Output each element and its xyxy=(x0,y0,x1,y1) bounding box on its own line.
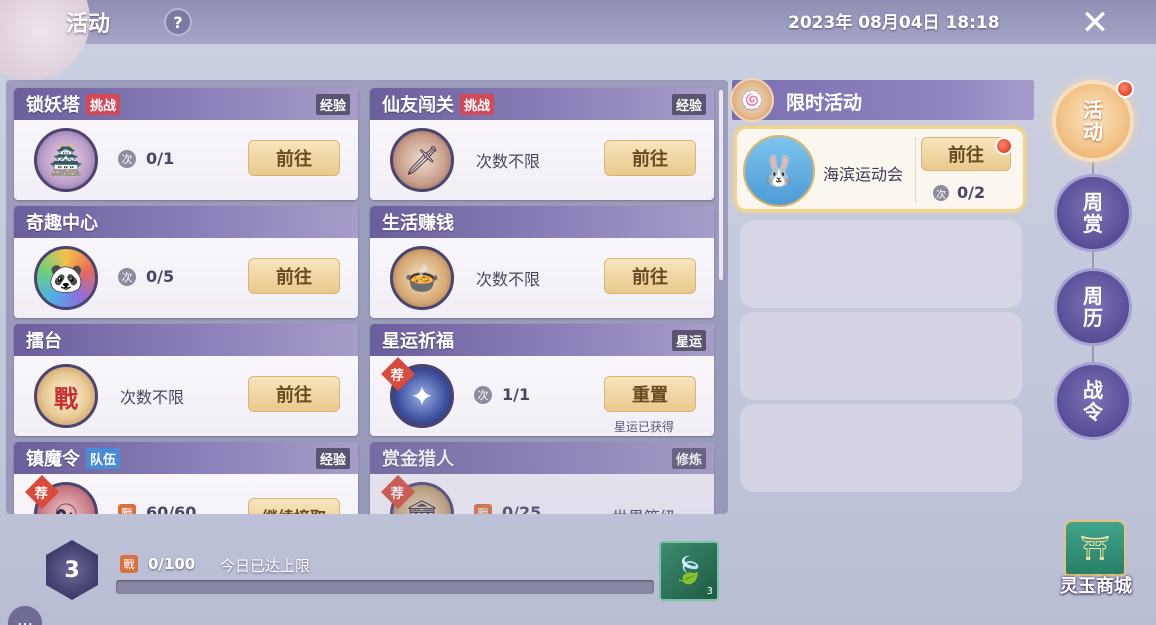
jade-shop-button[interactable]: ⛩ 灵玉商城 xyxy=(1050,520,1142,600)
card-header: 生活赚钱 xyxy=(370,206,714,238)
tower-icon: 🏯 xyxy=(34,128,98,192)
event-name: 海滨运动会 xyxy=(823,165,904,184)
shop-gate-icon: ⛩ xyxy=(1064,520,1126,576)
empty-event-slot xyxy=(740,312,1022,400)
page-title: 活动 xyxy=(66,12,111,37)
go-button[interactable]: 前往 xyxy=(248,140,340,176)
activity-card-xingyun: 星运祈福 星运 荐 ✦ 次 1/1 重置 星运已获得 xyxy=(370,324,714,436)
panda-icon: 🐼 xyxy=(34,246,98,310)
count-value: 0/5 xyxy=(146,267,175,286)
leaf-jade-icon: 🍃 xyxy=(672,556,706,586)
activity-card-qiqu: 奇趣中心 🐼 次 0/5 前往 xyxy=(14,206,358,318)
card-title: 仙友闯关 xyxy=(382,95,454,116)
battle-icon: 戰 xyxy=(118,504,136,514)
header-bar: 活动 ? 2023年 08月04日 18:18 ✕ xyxy=(0,0,1156,80)
card-header: 擂台 xyxy=(14,324,358,356)
limited-events-icon: 🍥 xyxy=(730,78,774,122)
team-tag: 队伍 xyxy=(86,447,121,469)
battle-icon: 戰 xyxy=(474,504,492,514)
daily-limit-text: 今日已达上限 xyxy=(220,557,311,575)
count-value: 60/60 xyxy=(146,503,197,514)
card-header: 仙友闯关 挑战 xyxy=(370,88,714,120)
empty-event-slot xyxy=(740,220,1022,308)
count-value: 0/25 xyxy=(502,503,542,514)
limited-events-title: 限时活动 xyxy=(786,92,863,114)
continue-accept-button[interactable]: 继续接取 xyxy=(248,498,340,514)
cultivation-badge: 修炼 xyxy=(671,448,706,469)
notification-dot-icon xyxy=(1116,80,1134,98)
card-header: 赏金猎人 xyxy=(370,442,714,474)
times-icon: 次 xyxy=(474,386,492,404)
times-icon: 次 xyxy=(933,185,949,201)
cooking-pot-icon: 🍲 xyxy=(390,246,454,310)
world-level-label: 世界等级 xyxy=(612,504,676,514)
battle-icon: 戰 xyxy=(120,555,138,573)
card-header: 锁妖塔 挑战 xyxy=(14,88,358,120)
activity-card-zhenmoling: 镇魔令 队伍 经验 荐 ☯ 戰 60/60 继续接取 xyxy=(14,442,358,514)
count-unlimited: 次数不限 xyxy=(476,270,541,289)
go-button[interactable]: 前往 xyxy=(604,258,696,294)
go-button[interactable]: 前往 xyxy=(248,376,340,412)
exp-badge: 经验 xyxy=(671,94,706,115)
star-obtained-note: 星运已获得 xyxy=(614,420,675,434)
card-title: 奇趣中心 xyxy=(26,213,98,234)
empty-event-slot xyxy=(740,404,1022,492)
shop-label: 灵玉商城 xyxy=(1060,576,1132,597)
chat-button[interactable]: … xyxy=(6,604,44,625)
times-icon: 次 xyxy=(118,268,136,286)
nav-weekly-reward[interactable]: 周赏 xyxy=(1054,174,1132,252)
reward-item[interactable]: 🍃 3 xyxy=(659,541,719,601)
event-count: 0/2 xyxy=(957,183,986,202)
count-value: 1/1 xyxy=(502,385,531,404)
activity-card-leitai: 擂台 戰 次数不限 前往 xyxy=(14,324,358,436)
card-title: 星运祈福 xyxy=(382,331,454,352)
activity-card-xianyou: 仙友闯关 挑战 经验 🗡 次数不限 前往 xyxy=(370,88,714,200)
exp-badge: 经验 xyxy=(315,94,350,115)
arena-emblem-icon: 戰 xyxy=(34,364,98,428)
activity-progress-bar xyxy=(116,580,654,594)
go-button[interactable]: 前往 xyxy=(604,140,696,176)
card-title: 擂台 xyxy=(26,331,62,352)
nav-weekly-calendar[interactable]: 周历 xyxy=(1054,268,1132,346)
reward-quantity: 3 xyxy=(706,586,713,597)
times-icon: 次 xyxy=(118,150,136,168)
activity-card-shangjin: 赏金猎人 修炼 荐 🏛 戰 0/25 世界等级 xyxy=(370,442,714,514)
list-scrollbar[interactable] xyxy=(719,90,723,280)
activity-list-panel[interactable]: 锁妖塔 挑战 经验 🏯 次 0/1 前往 仙友闯关 挑战 经验 🗡 次数不限 前… xyxy=(6,80,728,514)
card-title: 镇魔令 xyxy=(26,449,80,470)
card-header: 奇趣中心 xyxy=(14,206,358,238)
activity-level-badge: 3 xyxy=(46,540,98,600)
close-icon[interactable]: ✕ xyxy=(1074,3,1116,43)
challenge-tag: 挑战 xyxy=(86,93,121,115)
divider xyxy=(915,137,916,203)
card-header: 星运祈福 xyxy=(370,324,714,356)
rabbit-boat-icon: 🐰 xyxy=(743,135,815,207)
challenge-tag: 挑战 xyxy=(460,93,495,115)
event-card-seaside-games[interactable]: 🐰 海滨运动会 前往 次 0/2 xyxy=(734,126,1026,212)
exp-badge: 经验 xyxy=(315,448,350,469)
count-value: 0/1 xyxy=(146,149,175,168)
help-button[interactable]: ? xyxy=(164,8,192,36)
go-button[interactable]: 前往 xyxy=(248,258,340,294)
limited-events-header: 🍥 限时活动 xyxy=(730,78,1034,122)
star-fortune-badge: 星运 xyxy=(671,330,706,351)
count-unlimited: 次数不限 xyxy=(476,152,541,171)
nav-battle-pass[interactable]: 战令 xyxy=(1054,362,1132,440)
card-title: 锁妖塔 xyxy=(26,95,80,116)
card-title: 生活赚钱 xyxy=(382,213,454,234)
card-title: 赏金猎人 xyxy=(382,449,454,470)
card-header: 镇魔令 队伍 xyxy=(14,442,358,474)
reset-button[interactable]: 重置 xyxy=(604,376,696,412)
notification-dot-icon xyxy=(995,137,1013,155)
activity-card-shenghuo: 生活赚钱 🍲 次数不限 前往 xyxy=(370,206,714,318)
sword-icon: 🗡 xyxy=(390,128,454,192)
datetime-label: 2023年 08月04日 18:18 xyxy=(788,13,1000,33)
count-unlimited: 次数不限 xyxy=(120,388,185,407)
activity-points: 0/100 xyxy=(148,555,196,573)
activity-card-suoyaota: 锁妖塔 挑战 经验 🏯 次 0/1 前往 xyxy=(14,88,358,200)
